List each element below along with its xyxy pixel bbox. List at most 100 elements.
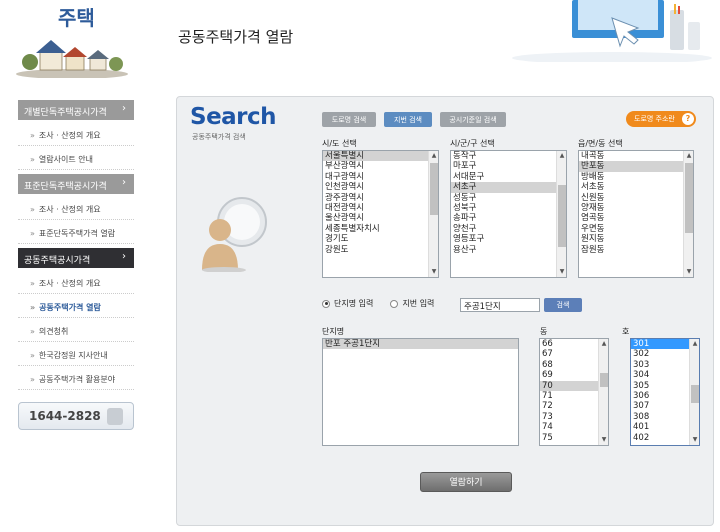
- dong-label: 동: [540, 327, 548, 336]
- scrollbar[interactable]: ▲ ▼: [598, 339, 608, 445]
- scroll-thumb[interactable]: [558, 185, 566, 247]
- complex-name-input[interactable]: 주공1단지: [460, 298, 540, 312]
- list-option[interactable]: 부산광역시: [323, 161, 438, 171]
- phone-number: 1644-2828: [29, 409, 101, 423]
- list-option[interactable]: 우면동: [579, 224, 693, 234]
- view-button[interactable]: 열람하기: [420, 472, 512, 492]
- list-option[interactable]: 동작구: [451, 151, 566, 161]
- eupmyeondong-label: 읍/면/동 선택: [578, 139, 623, 148]
- sidebar-item-survey-overview[interactable]: » 조사 · 산정의 개요: [18, 270, 134, 294]
- scroll-up-icon[interactable]: ▲: [691, 340, 699, 348]
- sido-label: 시/도 선택: [322, 139, 357, 148]
- scroll-down-icon[interactable]: ▼: [685, 268, 693, 276]
- sidebar-item-label: 표준단독주택가격 열람: [38, 229, 116, 238]
- sidebar-item-label: 의견청취: [38, 327, 69, 336]
- bullet-icon: »: [30, 155, 35, 164]
- search-button[interactable]: 검색: [544, 298, 582, 312]
- list-option[interactable]: 성동구: [451, 193, 566, 203]
- sido-listbox[interactable]: 서울특별시 부산광역시 대구광역시 인천광역시 광주광역시 대전광역시 울산광역…: [322, 150, 439, 278]
- list-option[interactable]: 용산구: [451, 245, 566, 255]
- scrollbar[interactable]: ▲ ▼: [556, 151, 566, 277]
- scroll-thumb[interactable]: [685, 163, 693, 233]
- list-option[interactable]: 신원동: [579, 193, 693, 203]
- sidebar-item-survey-overview[interactable]: » 조사 · 산정의 개요: [18, 196, 134, 220]
- input-mode-group: 단지명 입력 지번 입력: [322, 298, 434, 309]
- radio-complex-name[interactable]: [322, 299, 330, 308]
- bullet-icon: »: [30, 279, 35, 288]
- scroll-down-icon[interactable]: ▼: [430, 268, 438, 276]
- dong-listbox[interactable]: 66 67 68 69 70 71 72 73 74 75 ▲ ▼: [539, 338, 609, 446]
- list-option[interactable]: 마포구: [451, 161, 566, 171]
- sidebar-item-standard-house-view[interactable]: » 표준단독주택가격 열람: [18, 220, 134, 244]
- bullet-icon: »: [30, 327, 35, 336]
- list-option[interactable]: 내곡동: [579, 151, 693, 161]
- houses-illustration: [16, 40, 128, 78]
- scrollbar[interactable]: ▲ ▼: [428, 151, 438, 277]
- sidebar-item-label: 공동주택가격 활용분야: [38, 375, 116, 384]
- list-option[interactable]: 양재동: [579, 203, 693, 213]
- complex-listbox[interactable]: 반포 주공1단지: [322, 338, 519, 446]
- list-option[interactable]: 반포 주공1단지: [323, 339, 518, 350]
- list-option[interactable]: 염곡동: [579, 213, 693, 223]
- sidebar: 개별단독주택공시가격 › » 조사 · 산정의 개요 » 열람사이트 안내 표준단독…: [18, 100, 134, 390]
- eupmyeondong-listbox[interactable]: 내곡동 반포동 방배동 서초동 신원동 양재동 염곡동 우면동 원지동 잠원동 …: [578, 150, 694, 278]
- ho-listbox[interactable]: 301 302 303 304 305 306 307 308 401 402 …: [630, 338, 700, 446]
- sidebar-section-apartment[interactable]: 공동주택공시가격 ›: [18, 248, 134, 268]
- scroll-up-icon[interactable]: ▲: [685, 152, 693, 160]
- sidebar-section-standard-house[interactable]: 표준단독주택공시가격 ›: [18, 174, 134, 194]
- sidebar-item-usage[interactable]: » 공동주택가격 활용분야: [18, 366, 134, 390]
- chevron-right-icon: ›: [122, 251, 126, 262]
- list-option[interactable]: 대전광역시: [323, 203, 438, 213]
- list-option[interactable]: 광주광역시: [323, 193, 438, 203]
- bullet-icon: »: [30, 351, 35, 360]
- scrollbar[interactable]: ▲ ▼: [683, 151, 693, 277]
- scroll-down-icon[interactable]: ▼: [600, 436, 608, 444]
- scroll-up-icon[interactable]: ▲: [558, 152, 566, 160]
- list-option[interactable]: 서초동: [579, 182, 693, 192]
- tab-base-date-search[interactable]: 공시기준일 검색: [440, 112, 506, 127]
- list-option[interactable]: 반포동: [579, 161, 693, 172]
- scroll-thumb[interactable]: [600, 373, 608, 387]
- list-option[interactable]: 성북구: [451, 203, 566, 213]
- sidebar-section-individual-house[interactable]: 개별단독주택공시가격 ›: [18, 100, 134, 120]
- list-option[interactable]: 서울특별시: [323, 151, 438, 162]
- chevron-right-icon: ›: [122, 177, 126, 188]
- list-option[interactable]: 잠원동: [579, 245, 693, 255]
- list-option[interactable]: 송파구: [451, 213, 566, 223]
- list-option[interactable]: 세종특별자치시: [323, 224, 438, 234]
- scroll-up-icon[interactable]: ▲: [600, 340, 608, 348]
- sidebar-section-label: 공동주택공시가격: [24, 256, 91, 266]
- sidebar-item-survey-overview[interactable]: » 조사 · 산정의 개요: [18, 122, 134, 146]
- scroll-thumb[interactable]: [430, 163, 438, 215]
- phone-banner[interactable]: 1644-2828: [18, 402, 134, 430]
- sidebar-item-branch-guide[interactable]: » 한국감정원 지사안내: [18, 342, 134, 366]
- list-option[interactable]: 원지동: [579, 234, 693, 244]
- list-option[interactable]: 강원도: [323, 245, 438, 255]
- tab-lot-number-search[interactable]: 지번 검색: [384, 112, 432, 127]
- radio-lot-number-label: 지번 입력: [402, 299, 435, 308]
- list-option[interactable]: 대구광역시: [323, 172, 438, 182]
- scroll-thumb[interactable]: [691, 385, 699, 403]
- sidebar-item-apartment-view[interactable]: » 공동주택가격 열람: [18, 294, 134, 318]
- sidebar-item-viewing-site-guide[interactable]: » 열람사이트 안내: [18, 146, 134, 170]
- scrollbar[interactable]: ▲ ▼: [689, 339, 699, 445]
- radio-lot-number[interactable]: [390, 299, 399, 308]
- sigungu-listbox[interactable]: 동작구 마포구 서대문구 서초구 성동구 성북구 송파구 양천구 영등포구 용산…: [450, 150, 567, 278]
- list-option[interactable]: 방배동: [579, 172, 693, 182]
- list-option[interactable]: 영등포구: [451, 234, 566, 244]
- scroll-down-icon[interactable]: ▼: [558, 268, 566, 276]
- scroll-up-icon[interactable]: ▲: [430, 152, 438, 160]
- tab-road-name-search[interactable]: 도로명 검색: [322, 112, 376, 127]
- scroll-down-icon[interactable]: ▼: [691, 436, 699, 444]
- list-option[interactable]: 경기도: [323, 234, 438, 244]
- page-title: 공동주택가격 열람: [178, 28, 294, 46]
- list-option[interactable]: 서대문구: [451, 172, 566, 182]
- list-option[interactable]: 울산광역시: [323, 213, 438, 223]
- list-option[interactable]: 양천구: [451, 224, 566, 234]
- sidebar-section-label: 표준단독주택공시가격: [24, 182, 107, 192]
- sidebar-item-opinion[interactable]: » 의견청취: [18, 318, 134, 342]
- road-address-button[interactable]: 도로명 주소란 ?: [626, 111, 696, 127]
- list-option[interactable]: 서초구: [451, 182, 566, 193]
- sidebar-item-label: 한국감정원 지사안내: [38, 351, 108, 360]
- list-option[interactable]: 인천광역시: [323, 182, 438, 192]
